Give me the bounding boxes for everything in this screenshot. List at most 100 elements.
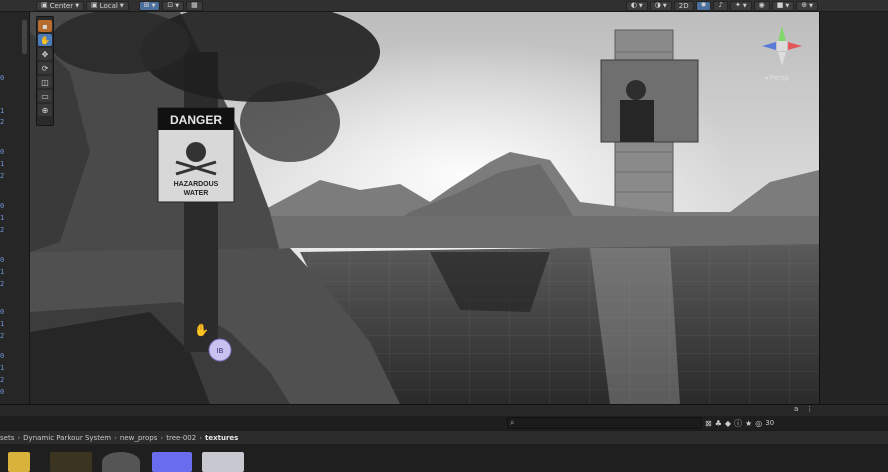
project-panel-header (0, 404, 888, 416)
asset-thumbnail[interactable] (102, 452, 140, 472)
hierarchy-number: 0 (0, 256, 5, 264)
draw-mode-dropdown[interactable]: ◐ ▼ (625, 0, 648, 11)
hidden-packages-icon[interactable]: ◎ (755, 419, 762, 428)
hierarchy-number: 0 (0, 308, 5, 316)
move-tool-button[interactable]: ✥ (38, 48, 52, 60)
asset-thumbnail[interactable] (50, 452, 92, 472)
hierarchy-number: 2 (0, 332, 5, 340)
pivot-dropdown[interactable]: ▣ Center ▼ (36, 0, 85, 11)
chevron-down-icon: ▼ (785, 2, 790, 9)
info-icon[interactable]: ⓘ (734, 418, 742, 429)
lighting-icon: ✹ (700, 1, 707, 9)
scene-render: DANGER HAZARDOUS WATER ✋ IB (30, 12, 819, 404)
tool-palette-handle[interactable]: ▪ (38, 20, 52, 32)
hierarchy-number: 1 (0, 364, 5, 372)
space-dropdown[interactable]: ▣ Local ▼ (86, 0, 129, 11)
gizmo-neg-y-axis[interactable] (778, 52, 786, 66)
snap-toggle[interactable]: ⊞ ▼ (138, 0, 161, 11)
breadcrumb-item[interactable]: new_props (120, 434, 158, 442)
sign-text-line1: HAZARDOUS (174, 181, 219, 188)
breadcrumb-item[interactable]: tree-002 (166, 434, 196, 442)
snap-icon: ⊞ (143, 1, 150, 9)
breadcrumb-separator: › (114, 433, 117, 442)
grid-toggle[interactable]: ⊡ ▼ (162, 0, 185, 11)
lock-icon[interactable]: a (794, 405, 798, 413)
orientation-gizmo[interactable] (754, 22, 810, 78)
inspector-edge (819, 12, 888, 404)
lighting-toggle[interactable]: ✹ (695, 0, 712, 11)
tag-icon[interactable]: ◆ (725, 419, 731, 428)
tree-foliage (240, 82, 340, 162)
gizmo-y-axis[interactable] (778, 26, 786, 42)
chevron-down-icon: ▼ (662, 2, 667, 9)
hierarchy-number: 1 (0, 320, 5, 328)
audio-toggle[interactable]: ♪ (713, 0, 728, 11)
ib-badge-label: IB (217, 347, 224, 355)
hierarchy-number: 0 (0, 74, 5, 82)
project-search-input[interactable] (507, 417, 702, 429)
transform-tool-button[interactable]: ⊕ (38, 104, 52, 116)
asset-thumbnail[interactable] (8, 452, 30, 472)
gizmo-x-axis[interactable] (788, 42, 802, 50)
hierarchy-number: 2 (0, 118, 5, 126)
asset-thumbnail[interactable] (152, 452, 192, 472)
draw-mode-icon: ◐ (630, 1, 637, 9)
filter-label-icon[interactable]: ♣ (715, 419, 722, 428)
hierarchy-scrollbar[interactable] (22, 20, 27, 54)
rect-tool-button[interactable]: ▭ (38, 90, 52, 102)
project-filter-icons: ⊠ ♣ ◆ ⓘ ★ ◎ 30 (705, 417, 774, 429)
transform-icon: ⊕ (41, 105, 49, 115)
breadcrumb: sets › Dynamic Parkour System › new_prop… (0, 430, 888, 444)
sign-title: DANGER (170, 113, 222, 127)
chevron-down-icon: ▼ (119, 2, 124, 9)
chevron-down-icon: ▼ (151, 2, 156, 9)
rotate-tool-button[interactable]: ⟳ (38, 62, 52, 74)
move-icon: ✥ (41, 49, 49, 59)
chevron-down-icon: ▼ (638, 2, 643, 9)
breadcrumb-item[interactable]: sets (0, 434, 14, 442)
scale-icon: ◫ (41, 77, 49, 87)
hierarchy-number: 2 (0, 376, 5, 384)
breadcrumb-item[interactable]: Dynamic Parkour System (23, 434, 111, 442)
tree-canopy-left (50, 12, 190, 74)
gizmos-icon: ⊕ (801, 1, 808, 9)
hierarchy-number: 1 (0, 214, 5, 222)
breadcrumb-item-current[interactable]: textures (205, 434, 238, 442)
rotate-icon: ⟳ (41, 63, 49, 73)
view-tool-button[interactable]: ✋ (38, 34, 52, 46)
increment-snap-button[interactable]: ▦ (186, 0, 203, 11)
audio-icon: ♪ (718, 1, 723, 9)
hierarchy-number: 0 (0, 202, 5, 210)
hierarchy-number: 1 (0, 107, 5, 115)
effects-icon: ✦ (734, 1, 741, 9)
hierarchy-panel-edge: 0 1 2 0 1 2 0 1 2 0 1 2 0 1 2 0 1 2 0 (0, 12, 30, 404)
pivot-icon: ▣ (41, 1, 48, 9)
scale-tool-button[interactable]: ◫ (38, 76, 52, 88)
billboard-face (626, 80, 646, 100)
filter-type-icon[interactable]: ⊠ (705, 419, 712, 428)
gizmos-dropdown[interactable]: ⊕ ▼ (796, 0, 818, 11)
effects-dropdown[interactable]: ✦ ▼ (729, 0, 752, 11)
persp-text: Persp (769, 74, 789, 82)
hand-icon: ✋ (40, 35, 50, 45)
hidden-objects-button[interactable]: ◉ (753, 0, 770, 11)
gizmo-z-axis[interactable] (762, 42, 776, 50)
eye-icon: ◉ (758, 1, 765, 9)
persp-label[interactable]: ◂ Persp (764, 74, 789, 82)
pivot-label: Center (49, 1, 74, 10)
gizmo-center[interactable] (777, 41, 787, 51)
more-menu-icon[interactable]: ⋮ (806, 405, 813, 413)
camera-dropdown[interactable]: ■ ▼ (771, 0, 795, 11)
far-shore (260, 216, 819, 248)
2d-toggle-button[interactable]: 2D (673, 0, 694, 11)
draw-mode-2-dropdown[interactable]: ◑ ▼ (649, 0, 672, 11)
asset-thumbnail[interactable] (202, 452, 244, 472)
camera-icon: ■ (776, 1, 784, 9)
hierarchy-number: 0 (0, 352, 5, 360)
hierarchy-number: 1 (0, 268, 5, 276)
persp-icon: ◂ (764, 74, 768, 82)
scene-viewport[interactable]: DANGER HAZARDOUS WATER ✋ IB (30, 12, 819, 404)
hierarchy-number: 0 (0, 148, 5, 156)
hidden-count: 30 (765, 419, 775, 427)
favorite-icon[interactable]: ★ (745, 419, 752, 428)
